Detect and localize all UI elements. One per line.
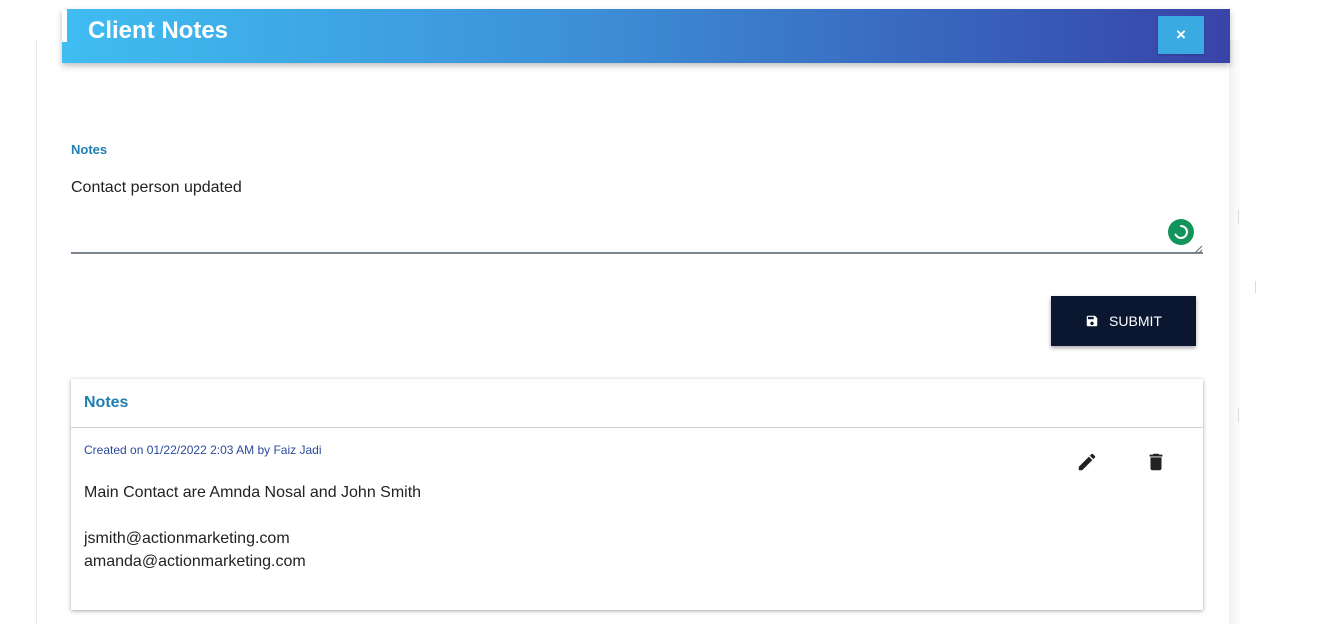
- modal-edge-shadow: [1229, 40, 1243, 624]
- submit-label: SUBMIT: [1109, 313, 1162, 329]
- note-body: Main Contact are Amnda Nosal and John Sm…: [84, 481, 421, 573]
- dialog-header: Client Notes ×: [62, 9, 1230, 63]
- notes-list-title: Notes: [84, 394, 129, 411]
- loading-spinner-icon: [1168, 219, 1194, 245]
- note-line: Main Contact are Amnda Nosal and John Sm…: [84, 484, 422, 501]
- note-meta: Created on 01/22/2022 2:03 AM by Faiz Ja…: [84, 443, 322, 457]
- client-notes-page: Client Notes × Notes Contact person upda…: [0, 0, 1329, 624]
- card-divider: [71, 427, 1203, 428]
- background-tick: [1255, 281, 1256, 293]
- resize-handle-icon[interactable]: [1193, 244, 1203, 254]
- notes-list-card: Notes Created on 01/22/2022 2:03 AM by F…: [71, 379, 1203, 610]
- note-line: [84, 504, 421, 527]
- background-tick: [1238, 408, 1239, 422]
- notes-field: Contact person updated: [71, 172, 1203, 255]
- edit-icon[interactable]: [1073, 448, 1101, 476]
- dialog-title: Client Notes: [88, 17, 229, 44]
- save-icon: [1086, 315, 1098, 327]
- notes-textarea[interactable]: Contact person updated: [71, 172, 1203, 254]
- note-line: jsmith@actionmarketing.com: [84, 530, 290, 547]
- note-line: amanda@actionmarketing.com: [84, 553, 306, 570]
- background-tick: [1238, 210, 1239, 224]
- notes-field-label: Notes: [71, 142, 108, 157]
- page-border: [36, 40, 37, 624]
- delete-icon[interactable]: [1142, 448, 1170, 476]
- submit-button[interactable]: SUBMIT: [1051, 296, 1196, 346]
- header-strip: [62, 9, 67, 42]
- close-button[interactable]: ×: [1158, 16, 1204, 54]
